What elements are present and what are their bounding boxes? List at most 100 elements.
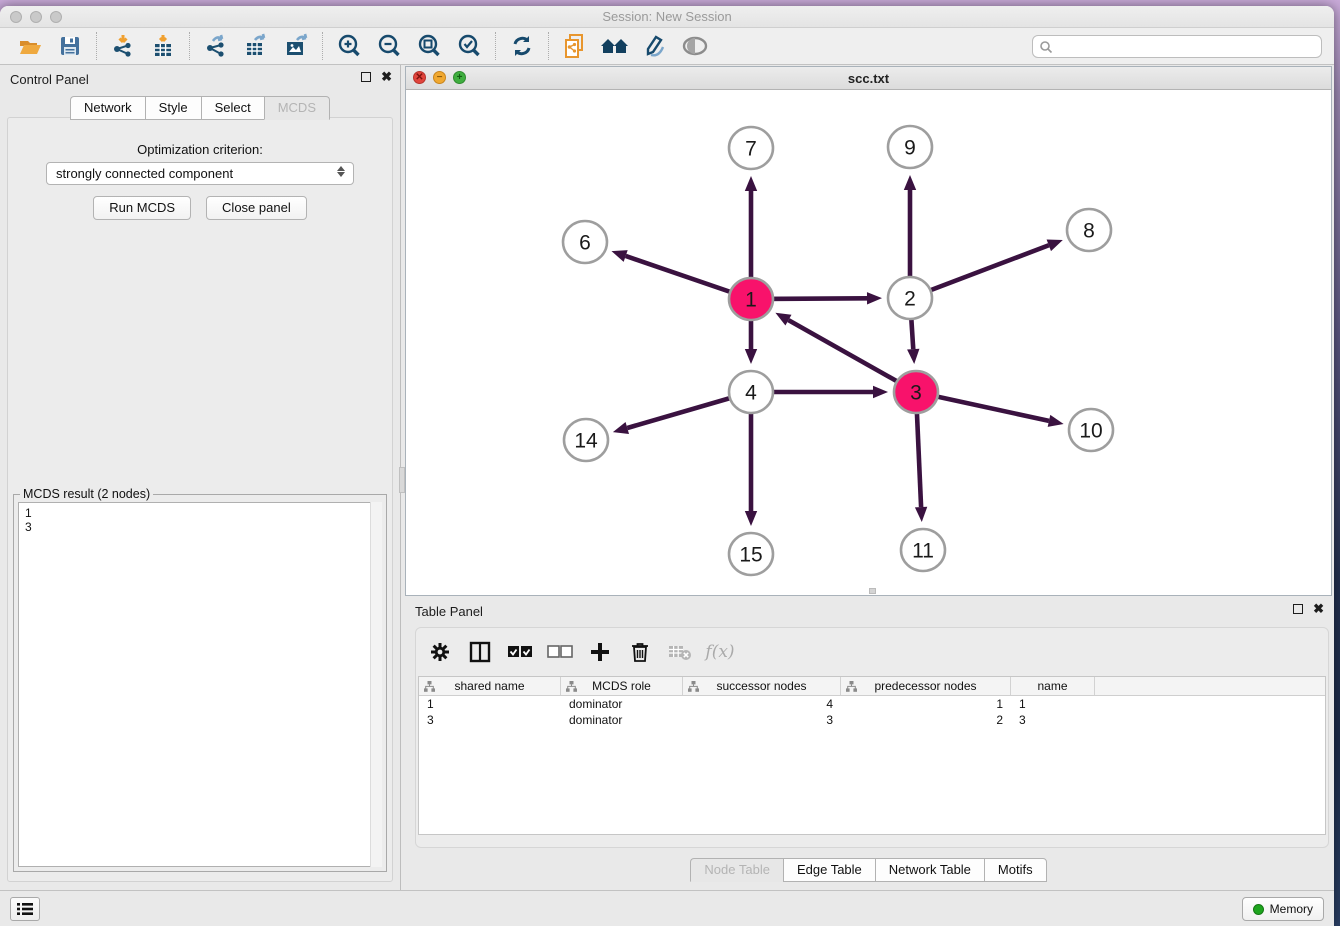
column-header-label: shared name bbox=[454, 679, 524, 693]
column-header-shared-name[interactable]: shared name bbox=[419, 677, 561, 695]
tab-node-table[interactable]: Node Table bbox=[690, 858, 783, 882]
table-cell[interactable]: 1 bbox=[841, 696, 1011, 712]
save-session-button[interactable] bbox=[50, 30, 90, 62]
import-table-icon bbox=[150, 33, 176, 59]
column-header-label: successor nodes bbox=[716, 679, 806, 693]
float-table-panel-icon[interactable] bbox=[1293, 604, 1303, 614]
zoom-selected-button[interactable] bbox=[449, 30, 489, 62]
toolbar-separator bbox=[189, 32, 190, 60]
zoom-fit-icon bbox=[416, 33, 442, 59]
zoom-out-button[interactable] bbox=[369, 30, 409, 62]
refresh-view-button[interactable] bbox=[502, 30, 542, 62]
task-history-button[interactable] bbox=[10, 897, 40, 921]
edge-arrowhead bbox=[745, 349, 757, 364]
edge-arrowhead bbox=[915, 507, 927, 522]
zoom-in-button[interactable] bbox=[329, 30, 369, 62]
column-header-predecessor-nodes[interactable]: predecessor nodes bbox=[841, 677, 1011, 695]
memory-button[interactable]: Memory bbox=[1242, 897, 1324, 921]
export-image-button[interactable] bbox=[276, 30, 316, 62]
home-button[interactable] bbox=[595, 30, 635, 62]
checked-boxes-icon bbox=[507, 645, 533, 659]
unchecked-boxes-icon bbox=[547, 645, 573, 659]
column-header-label: name bbox=[1037, 679, 1067, 693]
result-scrollbar[interactable] bbox=[370, 502, 382, 867]
tab-mcds[interactable]: MCDS bbox=[264, 96, 330, 120]
table-cell[interactable]: 3 bbox=[683, 712, 841, 728]
table-cell[interactable]: 1 bbox=[1011, 696, 1095, 712]
import-table-button[interactable] bbox=[143, 30, 183, 62]
table-cell[interactable]: 3 bbox=[419, 712, 561, 728]
zoom-out-icon bbox=[376, 33, 402, 59]
network-window-titlebar[interactable]: ✕ − + scc.txt bbox=[406, 67, 1331, 90]
node-label-9: 9 bbox=[904, 137, 916, 160]
add-row-button[interactable] bbox=[586, 638, 614, 666]
table-cell[interactable]: 3 bbox=[1011, 712, 1095, 728]
column-header-successor-nodes[interactable]: successor nodes bbox=[683, 677, 841, 695]
search-input[interactable] bbox=[1053, 36, 1321, 57]
criterion-dropdown[interactable]: strongly connected component bbox=[46, 162, 354, 185]
mcds-result-list[interactable]: 1 3 bbox=[18, 502, 382, 867]
column-header-MCDS-role[interactable]: MCDS role bbox=[561, 677, 683, 695]
node-label-11: 11 bbox=[912, 540, 934, 563]
tab-motifs[interactable]: Motifs bbox=[984, 858, 1047, 882]
clone-network-button[interactable] bbox=[555, 30, 595, 62]
close-panel-icon[interactable]: ✖ bbox=[381, 72, 392, 82]
table-row[interactable]: 1dominator411 bbox=[419, 696, 1325, 712]
delete-row-button[interactable] bbox=[626, 638, 654, 666]
function-builder-button[interactable]: f(x) bbox=[706, 638, 734, 666]
export-table-button[interactable] bbox=[236, 30, 276, 62]
node-label-4: 4 bbox=[745, 382, 757, 405]
table-cell[interactable]: dominator bbox=[561, 712, 683, 728]
table-row[interactable]: 3dominator323 bbox=[419, 712, 1325, 728]
node-label-15: 15 bbox=[739, 544, 762, 567]
node-table[interactable]: shared name MCDS role successor nodes prede… bbox=[418, 676, 1326, 835]
float-panel-icon[interactable] bbox=[361, 72, 371, 82]
network-canvas[interactable]: 7968124314101511 bbox=[406, 90, 1331, 595]
eye-button[interactable] bbox=[675, 30, 715, 62]
hide-labels-button[interactable] bbox=[635, 30, 675, 62]
close-panel-button[interactable]: Close panel bbox=[206, 196, 307, 220]
node-label-8: 8 bbox=[1083, 220, 1095, 243]
search-icon bbox=[1039, 40, 1053, 54]
control-panel-title: Control Panel bbox=[10, 72, 89, 87]
main-toolbar bbox=[0, 28, 1334, 65]
sort-hierarchy-icon bbox=[688, 681, 699, 692]
import-network-button[interactable] bbox=[103, 30, 143, 62]
edge-arrowhead bbox=[1048, 415, 1064, 427]
network-window-title: scc.txt bbox=[406, 71, 1331, 86]
table-cell[interactable]: 4 bbox=[683, 696, 841, 712]
edge-arrowhead bbox=[1047, 239, 1063, 251]
table-header-row: shared name MCDS role successor nodes prede… bbox=[419, 677, 1325, 696]
delete-table-icon bbox=[668, 643, 692, 661]
open-file-button[interactable] bbox=[10, 30, 50, 62]
export-network-button[interactable] bbox=[196, 30, 236, 62]
deselect-all-button[interactable] bbox=[546, 638, 574, 666]
list-icon bbox=[17, 902, 33, 916]
tab-select[interactable]: Select bbox=[201, 96, 264, 120]
refresh-icon bbox=[510, 34, 534, 58]
toolbar-separator bbox=[322, 32, 323, 60]
tab-network[interactable]: Network bbox=[70, 96, 145, 120]
tab-network-table[interactable]: Network Table bbox=[875, 858, 984, 882]
table-panel-header: Table Panel ✖ bbox=[405, 597, 1332, 625]
tab-edge-table[interactable]: Edge Table bbox=[783, 858, 875, 882]
node-label-2: 2 bbox=[904, 288, 916, 311]
delete-table-button[interactable] bbox=[666, 638, 694, 666]
edge-arrowhead bbox=[873, 386, 888, 398]
select-all-button[interactable] bbox=[506, 638, 534, 666]
network-resize-grip[interactable] bbox=[869, 588, 876, 594]
column-selector-button[interactable] bbox=[466, 638, 494, 666]
table-settings-button[interactable] bbox=[426, 638, 454, 666]
node-label-3: 3 bbox=[910, 382, 922, 405]
tab-style[interactable]: Style bbox=[145, 96, 201, 120]
export-table-icon bbox=[243, 33, 269, 59]
run-mcds-button[interactable]: Run MCDS bbox=[93, 196, 191, 220]
zoom-fit-button[interactable] bbox=[409, 30, 449, 62]
table-cell[interactable]: 1 bbox=[419, 696, 561, 712]
table-panel-title: Table Panel bbox=[415, 604, 483, 619]
close-table-panel-icon[interactable]: ✖ bbox=[1313, 604, 1324, 614]
node-label-1: 1 bbox=[745, 289, 757, 312]
table-cell[interactable]: 2 bbox=[841, 712, 1011, 728]
column-header-name[interactable]: name bbox=[1011, 677, 1095, 695]
table-cell[interactable]: dominator bbox=[561, 696, 683, 712]
